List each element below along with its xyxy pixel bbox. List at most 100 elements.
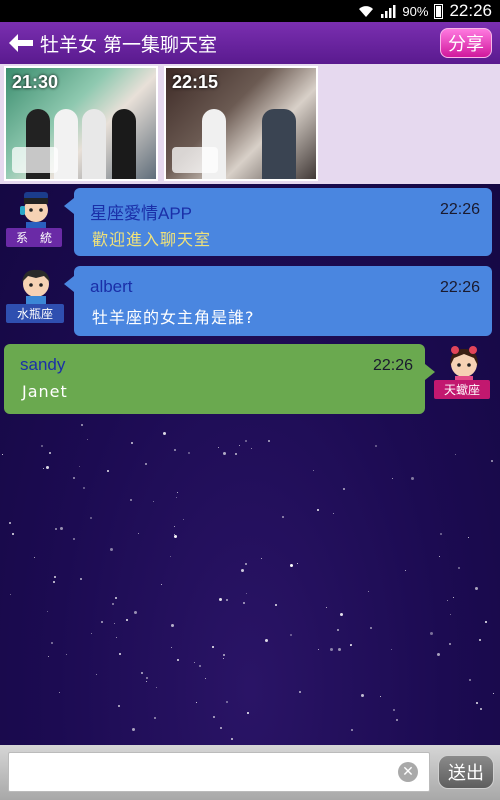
- star: [183, 519, 184, 520]
- episode-thumbnail[interactable]: 22:15: [164, 66, 318, 181]
- star: [368, 591, 369, 592]
- chat-area[interactable]: 系 統 星座愛情APP 22:26 歡迎進入聊天室 水瓶座 albert 22:…: [0, 184, 500, 745]
- wifi-icon: [359, 6, 374, 17]
- input-bar: ✕ 送出: [0, 745, 500, 800]
- star: [313, 470, 314, 471]
- star: [126, 619, 128, 621]
- star: [299, 691, 301, 693]
- star: [119, 653, 121, 655]
- share-button[interactable]: 分享: [440, 28, 492, 58]
- star: [145, 463, 147, 465]
- avatar-label: 系 統: [6, 228, 62, 247]
- star: [114, 623, 115, 624]
- star: [226, 701, 228, 703]
- message-sender: 星座愛情APP: [90, 204, 193, 223]
- star: [212, 646, 214, 648]
- star: [235, 453, 237, 455]
- star: [2, 454, 3, 455]
- star: [391, 649, 392, 650]
- star: [49, 452, 51, 454]
- back-arrow-icon[interactable]: [4, 22, 38, 64]
- star: [199, 665, 201, 667]
- star: [153, 501, 154, 502]
- episode-time: 22:15: [172, 72, 219, 92]
- star: [83, 487, 85, 489]
- message-time: 22:26: [372, 357, 413, 374]
- star: [66, 654, 67, 655]
- star: [118, 705, 120, 707]
- bubble-tail: [425, 364, 435, 380]
- status-clock: 22:26: [449, 1, 492, 20]
- star: [439, 556, 440, 557]
- episode-thumbnail[interactable]: 21:30: [4, 66, 158, 181]
- star: [297, 563, 298, 564]
- star: [245, 563, 247, 565]
- status-bar: 90% 22:26: [0, 0, 500, 22]
- show-logo: [12, 147, 58, 173]
- star: [174, 534, 175, 535]
- star: [392, 478, 393, 479]
- star: [174, 526, 175, 527]
- star: [476, 702, 478, 704]
- star: [405, 570, 406, 571]
- star: [80, 578, 82, 580]
- star: [330, 648, 333, 651]
- star: [132, 728, 135, 731]
- star: [241, 569, 244, 572]
- star: [163, 432, 166, 435]
- star: [343, 488, 345, 490]
- star: [475, 587, 478, 590]
- message-sender: albert: [90, 277, 133, 296]
- avatar-label-text: 系 統: [15, 231, 52, 245]
- star: [171, 647, 172, 648]
- star: [43, 468, 44, 469]
- star: [333, 513, 334, 514]
- star: [318, 649, 319, 650]
- star: [156, 687, 157, 688]
- star: [194, 662, 195, 663]
- star: [9, 522, 11, 524]
- star: [437, 653, 440, 656]
- person-figure: [82, 109, 106, 179]
- star: [455, 454, 456, 455]
- star: [265, 639, 268, 642]
- star: [430, 632, 433, 635]
- star: [458, 567, 460, 569]
- star: [380, 696, 381, 697]
- star: [493, 693, 494, 694]
- star: [239, 445, 240, 446]
- clear-icon[interactable]: ✕: [398, 762, 418, 782]
- star: [10, 594, 11, 595]
- star: [447, 600, 448, 601]
- star: [101, 621, 103, 623]
- star: [213, 716, 215, 718]
- star: [174, 535, 177, 538]
- send-button[interactable]: 送出: [438, 755, 494, 789]
- star: [251, 448, 252, 449]
- star: [351, 729, 353, 731]
- star: [220, 727, 222, 729]
- episode-strip: 21:30 22:15: [0, 64, 500, 184]
- star: [188, 452, 190, 454]
- star: [110, 548, 113, 551]
- star: [60, 527, 63, 530]
- star: [223, 658, 224, 659]
- star: [146, 677, 148, 679]
- star: [205, 678, 206, 679]
- star: [449, 643, 451, 645]
- star: [393, 709, 395, 711]
- star: [243, 602, 245, 604]
- star: [171, 624, 174, 627]
- star: [177, 492, 178, 493]
- star: [79, 466, 80, 467]
- star: [81, 424, 83, 426]
- star: [326, 607, 327, 608]
- message-input[interactable]: [8, 752, 430, 792]
- star: [154, 717, 156, 719]
- episode-time: 21:30: [12, 72, 59, 92]
- star: [231, 738, 233, 740]
- star: [55, 528, 57, 530]
- star: [440, 533, 442, 535]
- star: [340, 613, 343, 616]
- star: [282, 516, 284, 518]
